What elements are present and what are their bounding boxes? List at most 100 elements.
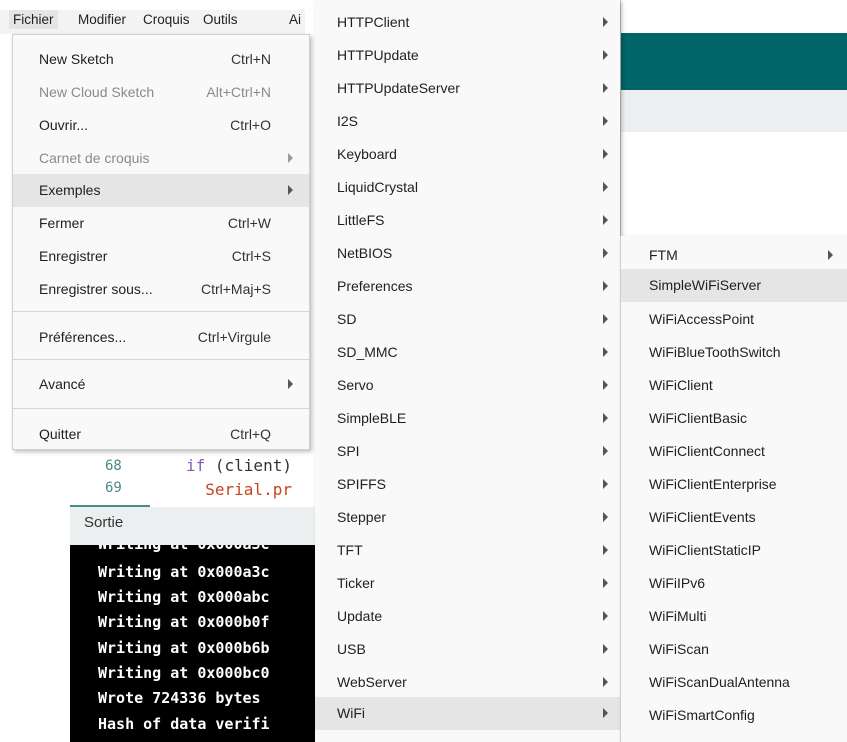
menu-item-httpupdate[interactable]: HTTPUpdate: [315, 39, 620, 72]
code-line-69[interactable]: Serial.pr: [186, 480, 292, 504]
menu-item-usb[interactable]: USB: [315, 633, 620, 666]
code-line-68[interactable]: if (client): [186, 456, 292, 475]
chevron-right-icon: [603, 611, 608, 621]
menu-item-label: WiFiClientEvents: [649, 509, 756, 525]
menu-item-label: WiFiClientConnect: [649, 443, 765, 459]
menu-fichier[interactable]: Fichier: [9, 10, 58, 29]
chevron-right-icon: [288, 379, 293, 389]
menu-item-label: WiFiBlueToothSwitch: [649, 344, 781, 360]
menu-item-wifiscandualantenna[interactable]: WiFiScanDualAntenna: [621, 666, 847, 699]
menu-item-tft[interactable]: TFT: [315, 534, 620, 567]
menu-item-spiffs[interactable]: SPIFFS: [315, 468, 620, 501]
menu-item-wifimulti[interactable]: WiFiMulti: [621, 600, 847, 633]
menu-item-servo[interactable]: Servo: [315, 369, 620, 402]
menu-item-wifiscan[interactable]: WiFiScan: [621, 633, 847, 666]
menu-item-spi[interactable]: SPI: [315, 435, 620, 468]
menu-item-shortcut: Ctrl+Maj+S: [200, 281, 271, 297]
menu-item-netbios[interactable]: NetBIOS: [315, 237, 620, 270]
menu-modifier[interactable]: Modifier: [78, 12, 126, 27]
chevron-right-icon: [828, 250, 833, 260]
menu-item-sd-mmc[interactable]: SD_MMC: [315, 336, 620, 369]
menu-item-webserver[interactable]: WebServer: [315, 666, 620, 699]
menu-item-wifi[interactable]: WiFi: [315, 697, 620, 730]
menu-item-httpclient[interactable]: HTTPClient: [315, 6, 620, 39]
chevron-right-icon: [603, 149, 608, 159]
menu-item-httpupdateserver[interactable]: HTTPUpdateServer: [315, 72, 620, 105]
menu-item-label: Keyboard: [337, 146, 397, 162]
menu-item-label: WiFiIPv6: [649, 575, 705, 591]
window-divider: [620, 0, 621, 236]
menu-item-fermer[interactable]: Fermer Ctrl+W: [13, 207, 309, 240]
menu-item-keyboard[interactable]: Keyboard: [315, 138, 620, 171]
code-keyword: if: [186, 456, 206, 475]
code-text: Serial.pr: [186, 480, 292, 499]
console-line: Writing at 0x000b6b: [98, 639, 270, 657]
chevron-right-icon: [603, 644, 608, 654]
menu-item-exemples[interactable]: Exemples: [13, 174, 309, 207]
menu-item-update[interactable]: Update: [315, 600, 620, 633]
menu-item-preferences[interactable]: Préférences... Ctrl+Virgule: [13, 321, 309, 354]
console-line: Writing at 0x000abc: [98, 588, 270, 606]
menu-item-shortcut: Ctrl+S: [231, 248, 271, 264]
menu-croquis[interactable]: Croquis: [143, 12, 190, 27]
menu-item-label: SPI: [337, 443, 360, 459]
menu-item-label: SimpleBLE: [337, 410, 407, 426]
menu-item-label: WiFiAccessPoint: [649, 311, 755, 327]
menu-item-ftm[interactable]: FTM: [621, 239, 847, 272]
menu-item-carnet-de-croquis[interactable]: Carnet de croquis: [13, 142, 309, 175]
output-console[interactable]: Writing at 0x000a3c Writing at 0x000a3c …: [70, 545, 330, 742]
menu-item-shortcut: Ctrl+N: [230, 51, 271, 67]
editor-header-bar: [620, 33, 847, 90]
menu-item-littlefs[interactable]: LittleFS: [315, 204, 620, 237]
menu-item-simpleble[interactable]: SimpleBLE: [315, 402, 620, 435]
menu-item-wificlientconnect[interactable]: WiFiClientConnect: [621, 435, 847, 468]
menu-item-label: Carnet de croquis: [39, 150, 150, 166]
menu-item-stepper[interactable]: Stepper: [315, 501, 620, 534]
menu-item-label: Update: [337, 608, 383, 624]
menu-item-ticker[interactable]: Ticker: [315, 567, 620, 600]
menu-item-wifismartconfig[interactable]: WiFiSmartConfig: [621, 699, 847, 732]
examples-submenu: HTTPClient HTTPUpdate HTTPUpdateServer I…: [315, 0, 620, 742]
menu-item-label: HTTPClient: [337, 14, 410, 30]
menu-item-quitter[interactable]: Quitter Ctrl+Q: [13, 418, 309, 451]
menu-item-new-cloud-sketch[interactable]: New Cloud Sketch Alt+Ctrl+N: [13, 76, 309, 109]
menu-separator: [13, 408, 309, 409]
chevron-right-icon: [603, 50, 608, 60]
menu-item-label: FTM: [649, 247, 678, 263]
menu-item-enregistrer-sous[interactable]: Enregistrer sous... Ctrl+Maj+S: [13, 273, 309, 306]
menu-outils[interactable]: Outils: [203, 12, 238, 27]
menu-item-new-sketch[interactable]: New Sketch Ctrl+N: [13, 43, 309, 76]
menu-item-wificlientevents[interactable]: WiFiClientEvents: [621, 501, 847, 534]
menu-item-ouvrir[interactable]: Ouvrir... Ctrl+O: [13, 109, 309, 142]
console-line: Wrote 724336 bytes: [98, 689, 261, 707]
menu-item-wificlientstaticip[interactable]: WiFiClientStaticIP: [621, 534, 847, 567]
menu-item-wifiaccesspoint[interactable]: WiFiAccessPoint: [621, 303, 847, 336]
chevron-right-icon: [603, 314, 608, 324]
menu-item-label: Ticker: [337, 575, 375, 591]
menu-item-label: WebServer: [337, 674, 407, 690]
menu-item-wifibluetoothswitch[interactable]: WiFiBlueToothSwitch: [621, 336, 847, 369]
menu-item-label: SD: [337, 311, 357, 327]
menu-item-sd[interactable]: SD: [315, 303, 620, 336]
menu-item-label: WiFiClientStaticIP: [649, 542, 762, 558]
menu-item-avance[interactable]: Avancé: [13, 368, 309, 401]
file-menu: New Sketch Ctrl+N New Cloud Sketch Alt+C…: [12, 34, 310, 450]
chevron-right-icon: [603, 347, 608, 357]
menu-aide[interactable]: Ai: [289, 12, 301, 27]
menu-item-wificlientbasic[interactable]: WiFiClientBasic: [621, 402, 847, 435]
menu-item-label: LiquidCrystal: [337, 179, 418, 195]
menu-item-simplewifiserver[interactable]: SimpleWiFiServer: [621, 269, 847, 302]
menu-item-label: TFT: [337, 542, 363, 558]
menu-item-wifiipv6[interactable]: WiFiIPv6: [621, 567, 847, 600]
chevron-right-icon: [288, 185, 293, 195]
menu-item-wificlient[interactable]: WiFiClient: [621, 369, 847, 402]
menu-item-preferences-ex[interactable]: Preferences: [315, 270, 620, 303]
menu-item-enregistrer[interactable]: Enregistrer Ctrl+S: [13, 240, 309, 273]
chevron-right-icon: [603, 17, 608, 27]
menu-item-liquidcrystal[interactable]: LiquidCrystal: [315, 171, 620, 204]
menu-item-i2s[interactable]: I2S: [315, 105, 620, 138]
menu-item-wificliententerprise[interactable]: WiFiClientEnterprise: [621, 468, 847, 501]
menu-item-label: Préférences...: [39, 329, 127, 345]
chevron-right-icon: [603, 215, 608, 225]
menu-item-shortcut: Ctrl+Virgule: [197, 329, 271, 345]
